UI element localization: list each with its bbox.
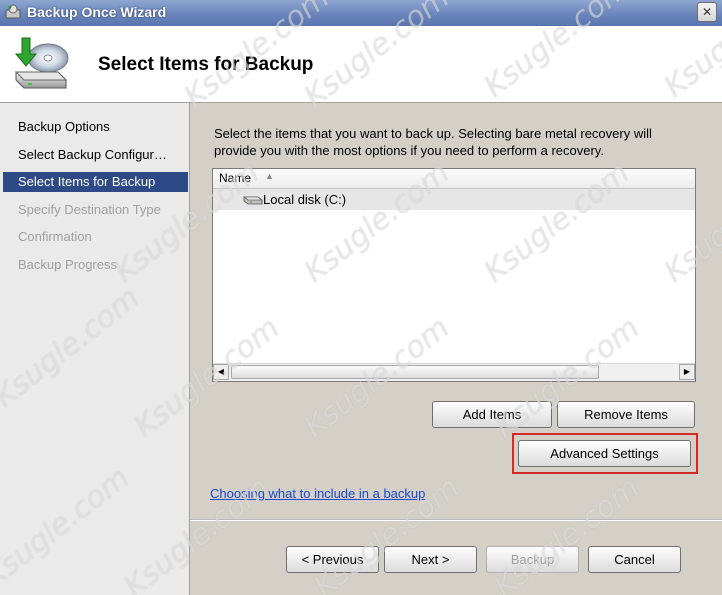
scroll-right-button[interactable]: ▶ xyxy=(679,364,695,380)
page-title: Select Items for Backup xyxy=(98,54,314,75)
list-item-local-disk[interactable]: Local disk (C:) xyxy=(213,189,695,210)
scroll-right-icon: ▶ xyxy=(683,367,691,376)
previous-button[interactable]: < Previous xyxy=(286,546,379,573)
wizard-steps-sidebar: Backup Options Select Backup Configur… S… xyxy=(0,103,190,595)
remove-items-button[interactable]: Remove Items xyxy=(557,401,695,428)
horizontal-scrollbar[interactable]: ◀ ▶ xyxy=(213,363,695,381)
wizard-header: Select Items for Backup xyxy=(0,26,722,103)
backup-button: Backup xyxy=(486,546,579,573)
scroll-left-button[interactable]: ◀ xyxy=(213,364,229,380)
column-name-label: Name xyxy=(219,171,252,185)
step-backup-options[interactable]: Backup Options xyxy=(3,117,188,137)
next-button[interactable]: Next > xyxy=(384,546,477,573)
step-select-items-for-backup[interactable]: Select Items for Backup xyxy=(3,172,188,192)
wizard-content: Select the items that you want to back u… xyxy=(190,103,722,595)
cancel-button[interactable]: Cancel xyxy=(588,546,681,573)
step-select-backup-configuration[interactable]: Select Backup Configur… xyxy=(3,145,188,165)
backup-app-icon xyxy=(5,4,21,19)
hard-drive-icon xyxy=(243,196,263,205)
help-link[interactable]: Choosing what to include in a backup xyxy=(210,486,425,501)
sort-ascending-icon: ▲ xyxy=(265,171,274,181)
backup-items-list[interactable]: Name ▲ Local disk (C:) ◀ ▶ xyxy=(212,168,696,382)
close-icon: ✕ xyxy=(701,5,713,19)
scroll-left-icon: ◀ xyxy=(217,367,225,376)
instructions-text: Select the items that you want to back u… xyxy=(214,126,652,158)
advanced-settings-button[interactable]: Advanced Settings xyxy=(518,440,691,467)
add-items-button[interactable]: Add Items xyxy=(432,401,552,428)
footer-separator xyxy=(190,519,722,521)
title-bar: Backup Once Wizard ✕ xyxy=(0,0,722,27)
window-title: Backup Once Wizard xyxy=(27,4,167,20)
close-button[interactable]: ✕ xyxy=(697,2,717,22)
list-column-header[interactable]: Name ▲ xyxy=(213,169,695,189)
local-disk-label: Local disk (C:) xyxy=(263,192,347,207)
scrollbar-thumb[interactable] xyxy=(231,365,599,379)
step-confirmation: Confirmation xyxy=(18,229,92,244)
step-specify-destination-type: Specify Destination Type xyxy=(18,202,161,217)
backup-disk-icon xyxy=(14,37,69,89)
step-backup-progress: Backup Progress xyxy=(18,257,117,272)
